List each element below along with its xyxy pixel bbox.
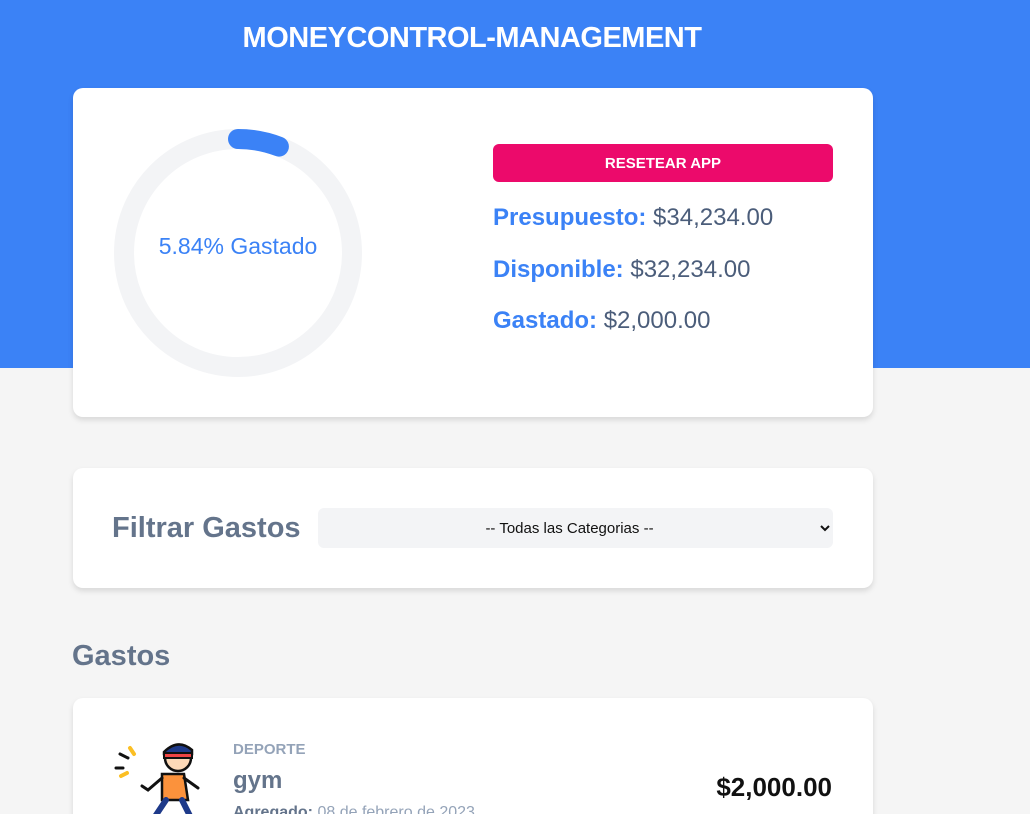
expense-category: Deporte [233,741,306,758]
expense-amount: $2,000.00 [716,772,832,802]
expense-date-value: 08 de febrero de 2023 [317,804,475,814]
reset-app-button[interactable]: Resetear App [493,144,833,182]
spent-label: Gastado: [493,307,598,334]
filter-card: Filtrar Gastos -- Todas las Categorias -… [73,468,873,588]
budget-value: $34,234.00 [653,204,774,231]
available-value: $32,234.00 [630,256,751,283]
spent-value: $2,000.00 [603,307,711,334]
expense-date-label: Agregado: [233,804,313,814]
expense-name: gym [233,767,283,794]
category-filter-select[interactable]: -- Todas las Categorias -- [318,508,833,548]
runner-icon [114,743,200,814]
budget-label: Presupuesto: [493,204,647,231]
expenses-title: Gastos [72,640,171,672]
budget-stat: Presupuesto: $34,234.00 [493,204,773,232]
spent-stat: Gastado: $2,000.00 [493,307,710,335]
progress-label: 5.84% Gastado [158,233,318,259]
available-label: Disponible: [493,256,624,283]
expense-date: Agregado: 08 de febrero de 2023 [233,804,475,814]
available-stat: Disponible: $32,234.00 [493,256,750,284]
expense-item[interactable]: Deporte gym Agregado: 08 de febrero de 2… [73,698,873,814]
app-title: MONEYCONTROL-MANAGEMENT [242,22,702,54]
filter-label: Filtrar Gastos [112,512,301,544]
budget-card: 5.84% Gastado Resetear App Presupuesto: … [73,88,873,417]
